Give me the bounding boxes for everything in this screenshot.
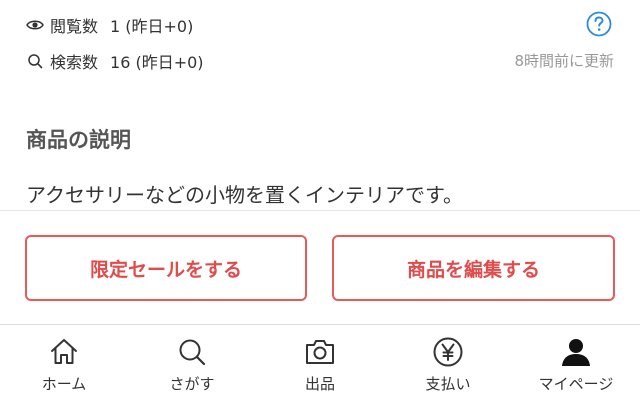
bottom-tab-bar: ホーム さがす 出品 支払い マイページ <box>0 325 640 420</box>
stats-panel: 閲覧数 1 (昨日+0) 検索数 16 (昨日+0) 8時間前に更新 <box>0 0 640 90</box>
home-icon <box>47 335 81 369</box>
person-icon <box>559 335 593 369</box>
limited-sale-button[interactable]: 限定セールをする <box>25 235 307 301</box>
tab-mypage[interactable]: マイページ <box>512 325 640 420</box>
search-row: 検索数 16 (昨日+0) <box>26 49 204 73</box>
tab-label: さがす <box>169 375 215 393</box>
edit-item-button[interactable]: 商品を編集する <box>332 235 615 301</box>
tab-sell[interactable]: 出品 <box>256 325 384 420</box>
help-icon[interactable] <box>586 11 612 37</box>
divider <box>0 210 640 211</box>
tab-label: ホーム <box>41 375 87 393</box>
yen-icon <box>431 335 465 369</box>
description-title: 商品の説明 <box>26 128 131 152</box>
search-value: 16 (昨日+0) <box>110 53 204 72</box>
magnifier-icon <box>26 52 44 70</box>
eye-icon <box>26 16 44 34</box>
tab-search[interactable]: さがす <box>128 325 256 420</box>
camera-icon <box>303 335 337 369</box>
search-label: 検索数 <box>50 53 99 72</box>
tab-payment[interactable]: 支払い <box>384 325 512 420</box>
views-row: 閲覧数 1 (昨日+0) <box>26 13 193 37</box>
views-label: 閲覧数 <box>50 17 99 36</box>
tab-home[interactable]: ホーム <box>0 325 128 420</box>
tab-label: マイページ <box>538 375 614 393</box>
updated-time: 8時間前に更新 <box>514 52 614 70</box>
views-value: 1 (昨日+0) <box>110 17 194 36</box>
description-body: アクセサリーなどの小物を置くインテリアです。 <box>26 183 463 207</box>
search-icon <box>175 335 209 369</box>
tab-label: 出品 <box>304 375 335 393</box>
tab-label: 支払い <box>425 375 471 393</box>
